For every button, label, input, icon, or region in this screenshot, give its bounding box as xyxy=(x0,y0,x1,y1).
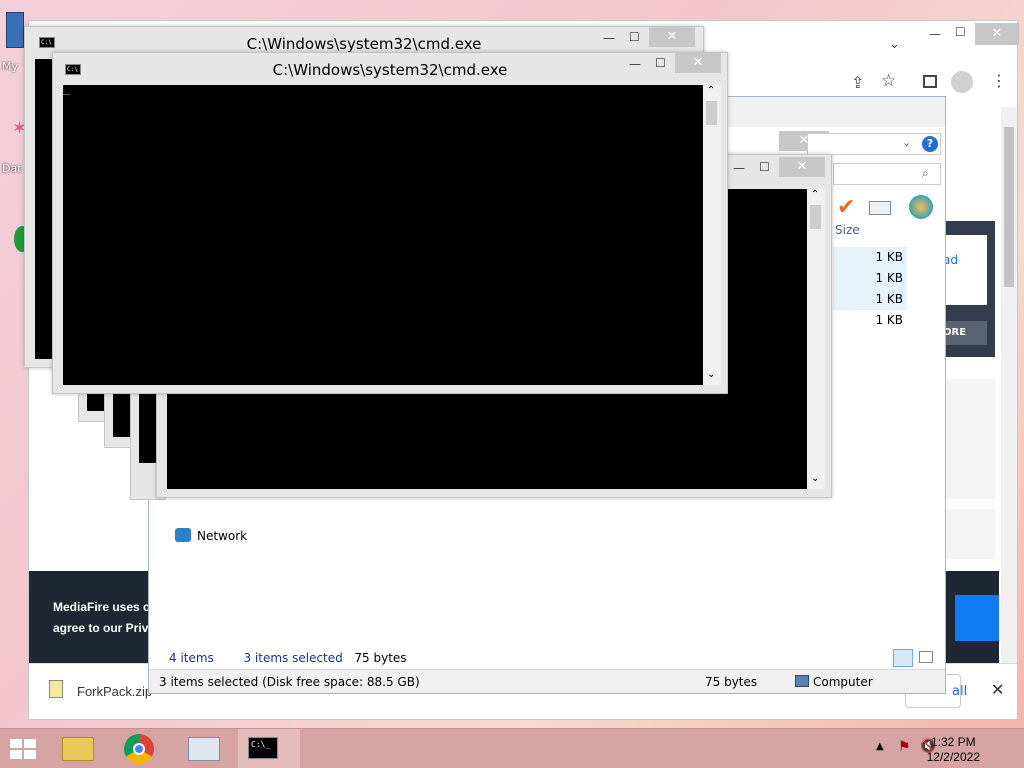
cmd-window-front: C:\ C:\Windows\system32\cmd.exe — ☐ ✕ _ … xyxy=(52,52,728,394)
clock-time: 1:32 PM xyxy=(930,735,976,749)
tray-chevron-up-icon[interactable]: ▲ xyxy=(876,741,884,752)
right-card xyxy=(943,379,995,499)
search-box[interactable]: ⌕ xyxy=(833,163,941,185)
close-button[interactable]: ✕ xyxy=(975,23,1019,45)
taskbar-cmd[interactable]: C:\_ xyxy=(238,729,300,768)
preview-view-icon[interactable] xyxy=(919,651,933,663)
side-panel-icon[interactable] xyxy=(923,75,937,88)
minimize-button[interactable]: — xyxy=(733,161,745,175)
minimize-button[interactable]: — xyxy=(929,27,941,41)
details-view-icon[interactable] xyxy=(893,649,913,667)
download-filename[interactable]: ForkPack.zip xyxy=(77,684,152,699)
nav-item-label: Network xyxy=(197,529,248,543)
list-item[interactable]: 1 KB xyxy=(833,310,907,331)
chevron-down-icon[interactable]: ⌄ xyxy=(902,136,911,149)
status-location: Computer xyxy=(813,675,873,689)
details-info: 4 items 3 items selected 75 bytes xyxy=(169,651,407,665)
maximize-button[interactable]: ☐ xyxy=(759,160,770,174)
profile-avatar-icon[interactable] xyxy=(951,71,973,93)
console-edge xyxy=(139,393,157,463)
clock-date: 12/2/2022 xyxy=(926,750,980,764)
maximize-button[interactable]: ☐ xyxy=(655,56,666,70)
start-button[interactable] xyxy=(8,737,38,761)
scroll-up-icon[interactable]: ⌃ xyxy=(811,189,819,200)
sparkle-icon: ✶ xyxy=(12,118,28,139)
download-bar-close-icon[interactable]: ✕ xyxy=(991,680,1004,699)
window-title: C:\Windows\system32\cmd.exe xyxy=(246,35,482,53)
desktop-icon-computer[interactable]: My xyxy=(0,12,26,82)
console-screen[interactable] xyxy=(35,59,53,359)
close-button[interactable]: ✕ xyxy=(649,27,695,47)
scroll-down-icon[interactable]: ⌄ xyxy=(707,369,715,380)
console-screen[interactable]: _ xyxy=(63,81,703,385)
minimize-button[interactable]: — xyxy=(629,57,641,71)
performance-monitor-icon xyxy=(188,737,220,761)
scroll-up-icon[interactable]: ⌃ xyxy=(707,85,715,96)
search-icon: ⌕ xyxy=(922,166,929,180)
help-icon[interactable]: ? xyxy=(922,136,938,152)
status-bar: 3 items selected (Disk free space: 88.5 … xyxy=(149,669,945,693)
address-bar[interactable]: ⌄ ? xyxy=(807,133,941,155)
folder-icon xyxy=(62,737,94,761)
action-center-flag-icon[interactable]: ⚑ xyxy=(898,739,912,755)
minimize-button[interactable]: — xyxy=(603,31,615,45)
taskbar-file-explorer[interactable] xyxy=(48,729,110,768)
list-item[interactable]: 1 KB xyxy=(833,247,907,268)
scroll-down-icon[interactable]: ⌄ xyxy=(811,473,819,484)
star-icon[interactable]: ☆ xyxy=(881,71,896,91)
scrollbar-thumb[interactable] xyxy=(810,205,821,229)
right-card-2 xyxy=(943,509,995,559)
zip-file-icon xyxy=(49,680,63,698)
scrollbar-thumb[interactable] xyxy=(1004,127,1014,287)
checkmark-icon[interactable]: ✔ xyxy=(837,195,855,220)
cookie-line-1: MediaFire uses c xyxy=(53,600,150,614)
desktop-icon-label: My xyxy=(2,60,19,73)
cmd-taskbar-icon: C:\_ xyxy=(248,737,278,759)
maximize-button[interactable]: ☐ xyxy=(629,30,640,44)
chrome-icon-center xyxy=(133,743,145,755)
console-cursor: _ xyxy=(63,81,71,95)
status-selection: 3 items selected (Disk free space: 88.5 … xyxy=(159,675,420,689)
console-scrollbar[interactable]: ⌃ ⌄ xyxy=(703,85,721,385)
scrollbar-thumb[interactable] xyxy=(706,101,717,125)
list-item[interactable]: 1 KB xyxy=(833,268,907,289)
windows-logo-icon xyxy=(10,739,36,759)
taskbar-monitor-app[interactable] xyxy=(174,729,236,768)
maximize-button[interactable]: ☐ xyxy=(955,25,966,39)
status-size: 75 bytes xyxy=(705,675,758,689)
size-column: Size 1 KB 1 KB 1 KB 1 KB xyxy=(833,223,907,331)
size-column-header[interactable]: Size xyxy=(833,223,907,247)
more-menu-icon[interactable]: ⋮ xyxy=(991,71,1007,90)
console-edge xyxy=(87,393,105,411)
list-item[interactable]: 1 KB xyxy=(833,289,907,310)
close-button[interactable]: ✕ xyxy=(779,157,825,177)
monitor-icon xyxy=(6,12,24,48)
selected-bytes: 75 bytes xyxy=(354,651,407,665)
cookie-line-2[interactable]: agree to our Priv xyxy=(53,618,150,639)
globe-shell-icon[interactable] xyxy=(909,195,933,219)
chevron-down-icon[interactable]: ⌄ xyxy=(889,37,900,52)
desktop-icon-data[interactable]: ✶ Dat xyxy=(0,118,28,182)
cookie-text: MediaFire uses c agree to our Priv xyxy=(53,597,150,639)
system-clock[interactable]: 1:32 PM 12/2/2022 xyxy=(927,735,980,765)
window-title: C:\Windows\system32\cmd.exe xyxy=(272,61,508,79)
accept-button[interactable] xyxy=(955,595,999,641)
share-icon[interactable]: ⇪ xyxy=(851,73,864,92)
close-button[interactable]: ✕ xyxy=(675,53,721,73)
taskbar: C:\_ ▲ ⚑ 🔇 1:32 PM 12/2/2022 xyxy=(0,728,1024,768)
browser-scrollbar[interactable] xyxy=(1001,107,1017,663)
item-count: 4 items xyxy=(169,651,214,665)
cmd-titlebar[interactable]: C:\ C:\Windows\system32\cmd.exe xyxy=(53,53,727,83)
computer-icon xyxy=(795,675,809,687)
chrome-icon xyxy=(124,734,154,764)
console-scrollbar[interactable]: ⌃ ⌄ xyxy=(807,189,825,489)
desktop-icon-label: Dat xyxy=(2,162,22,175)
taskbar-chrome[interactable] xyxy=(110,729,172,768)
selected-count: 3 items selected xyxy=(243,651,343,665)
network-icon xyxy=(175,528,191,542)
console-edge xyxy=(113,393,131,437)
mail-icon[interactable] xyxy=(869,201,891,215)
